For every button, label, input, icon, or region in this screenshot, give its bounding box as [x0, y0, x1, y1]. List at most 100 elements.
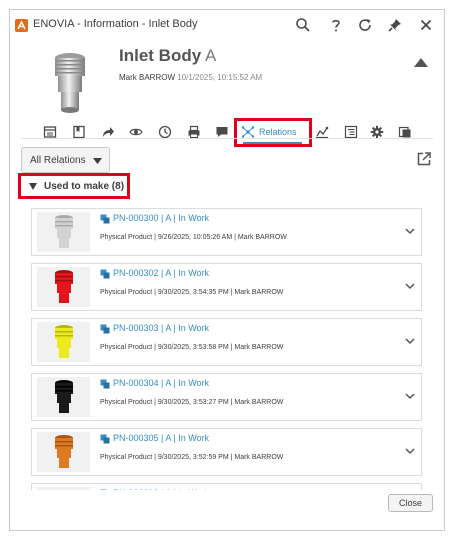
inlet-part-icon [55, 435, 73, 468]
part-body [55, 218, 73, 229]
collapse-header-icon[interactable] [413, 56, 429, 68]
object-title: Inlet Body A [119, 46, 216, 66]
physical-product-icon [100, 434, 110, 444]
part-thread [55, 441, 73, 443]
product-thumbnail [55, 53, 85, 113]
impact-graph-icon[interactable] [315, 125, 329, 139]
part-body [55, 328, 73, 339]
enovia-logo-icon [15, 19, 28, 32]
versions-icon[interactable] [398, 125, 412, 139]
item-meta: Physical Product | 9/30/2025, 3:54:35 PM… [100, 289, 284, 296]
tab-relations-label: Relations [259, 127, 297, 137]
caret-down-icon [93, 158, 102, 164]
list-item[interactable]: PN-000304 | A | In Work Physical Product … [31, 373, 422, 421]
list-item[interactable]: PN-000300 | A | In Work Physical Product … [31, 208, 422, 256]
item-title[interactable]: PN-000300 | A | In Work [113, 213, 209, 223]
part-stem [59, 348, 69, 358]
item-title[interactable]: PN-000306 | A | In Work [113, 488, 209, 490]
information-panel: ENOVIA - Information - Inlet Body Inlet … [9, 9, 445, 531]
relations-filter-value: All Relations [30, 155, 86, 166]
pin-icon[interactable] [387, 17, 403, 33]
help-icon[interactable] [328, 17, 344, 33]
owner-name[interactable]: Mark BARROW [119, 73, 175, 82]
part-mid [57, 284, 71, 293]
part-thread [55, 386, 73, 388]
part-thread [55, 331, 73, 333]
part-thread [55, 225, 73, 227]
list-item[interactable]: PN-000303 | A | In Work Physical Product … [31, 318, 422, 366]
preview-icon[interactable] [129, 125, 143, 139]
physical-product-icon [100, 269, 110, 279]
physical-product-icon [100, 214, 110, 224]
physical-product-icon [100, 324, 110, 334]
inlet-part-icon [51, 489, 77, 490]
part-mid [57, 394, 71, 403]
structure-icon[interactable] [344, 125, 358, 139]
section-label: Used to make (8) [44, 181, 125, 192]
part-body [55, 383, 73, 394]
part-thread [55, 445, 73, 447]
part-stem [59, 238, 69, 248]
object-revision: A [204, 46, 217, 65]
part-mid [57, 449, 71, 458]
close-icon[interactable] [418, 17, 434, 33]
title-bar: ENOVIA - Information - Inlet Body [10, 10, 444, 40]
part-stem [59, 458, 69, 468]
related-items-list[interactable]: PN-000300 | A | In Work Physical Product … [31, 208, 423, 490]
part-thread [55, 335, 73, 337]
settings-icon[interactable] [370, 125, 384, 139]
item-meta: Physical Product | 9/30/2025, 3:52:59 PM… [100, 454, 284, 461]
chevron-down-icon[interactable] [405, 338, 415, 345]
relations-filter-dropdown[interactable]: All Relations [21, 147, 110, 173]
inlet-part-icon [55, 270, 73, 303]
physical-product-icon [100, 489, 107, 490]
search-icon[interactable] [295, 17, 311, 33]
inlet-part-icon [55, 215, 73, 248]
item-title[interactable]: PN-000304 | A | In Work [113, 378, 209, 388]
chevron-down-icon[interactable] [405, 393, 415, 400]
part-thread [55, 280, 73, 282]
item-meta: Physical Product | 9/30/2025, 3:53:27 PM… [100, 399, 284, 406]
window-title: ENOVIA - Information - Inlet Body [33, 18, 198, 30]
item-title[interactable]: PN-000305 | A | In Work [113, 433, 209, 443]
tab-bar: Relations [10, 117, 444, 147]
used-to-make-section-header[interactable]: Used to make (8) [18, 173, 130, 199]
print-icon[interactable] [187, 125, 201, 139]
relations-icon [241, 126, 255, 138]
chevron-down-icon[interactable] [405, 228, 415, 235]
item-thumbnail [37, 212, 90, 252]
close-button[interactable]: Close [388, 494, 433, 512]
part-body [55, 438, 73, 449]
share-icon[interactable] [101, 125, 115, 139]
part-mid [57, 339, 71, 348]
history-icon[interactable] [158, 125, 172, 139]
tab-relations[interactable]: Relations [234, 118, 312, 147]
active-tab-indicator [243, 142, 302, 144]
properties-icon[interactable] [43, 125, 57, 139]
modified-date: 10/1/2025, 10:15:52 AM [177, 73, 263, 82]
bookmarks-icon[interactable] [72, 125, 86, 139]
part-thread [55, 221, 73, 223]
item-title[interactable]: PN-000302 | A | In Work [113, 268, 209, 278]
item-title[interactable]: PN-000303 | A | In Work [113, 323, 209, 333]
item-thumbnail [37, 377, 90, 417]
chevron-down-icon[interactable] [405, 283, 415, 290]
chevron-down-icon[interactable] [405, 448, 415, 455]
item-meta: Physical Product | 9/30/2025, 3:53:58 PM… [100, 344, 284, 351]
owner-line: Mark BARROW 10/1/2025, 10:15:52 AM [119, 73, 262, 82]
part-thread [55, 390, 73, 392]
list-item[interactable]: PN-000302 | A | In Work Physical Product … [31, 263, 422, 311]
item-thumbnail [37, 432, 90, 472]
comments-icon[interactable] [215, 125, 229, 139]
item-thumbnail [37, 267, 90, 307]
part-thread [55, 276, 73, 278]
refresh-icon[interactable] [357, 17, 373, 33]
tab-bar-divider [21, 138, 433, 139]
item-thumbnail [37, 487, 90, 490]
part-stem [59, 293, 69, 303]
physical-product-icon [100, 379, 110, 389]
list-item[interactable]: PN-000306 | A | In Work [31, 483, 422, 490]
open-in-new-window-icon[interactable] [416, 151, 432, 167]
part-stem [59, 403, 69, 413]
list-item[interactable]: PN-000305 | A | In Work Physical Product … [31, 428, 422, 476]
